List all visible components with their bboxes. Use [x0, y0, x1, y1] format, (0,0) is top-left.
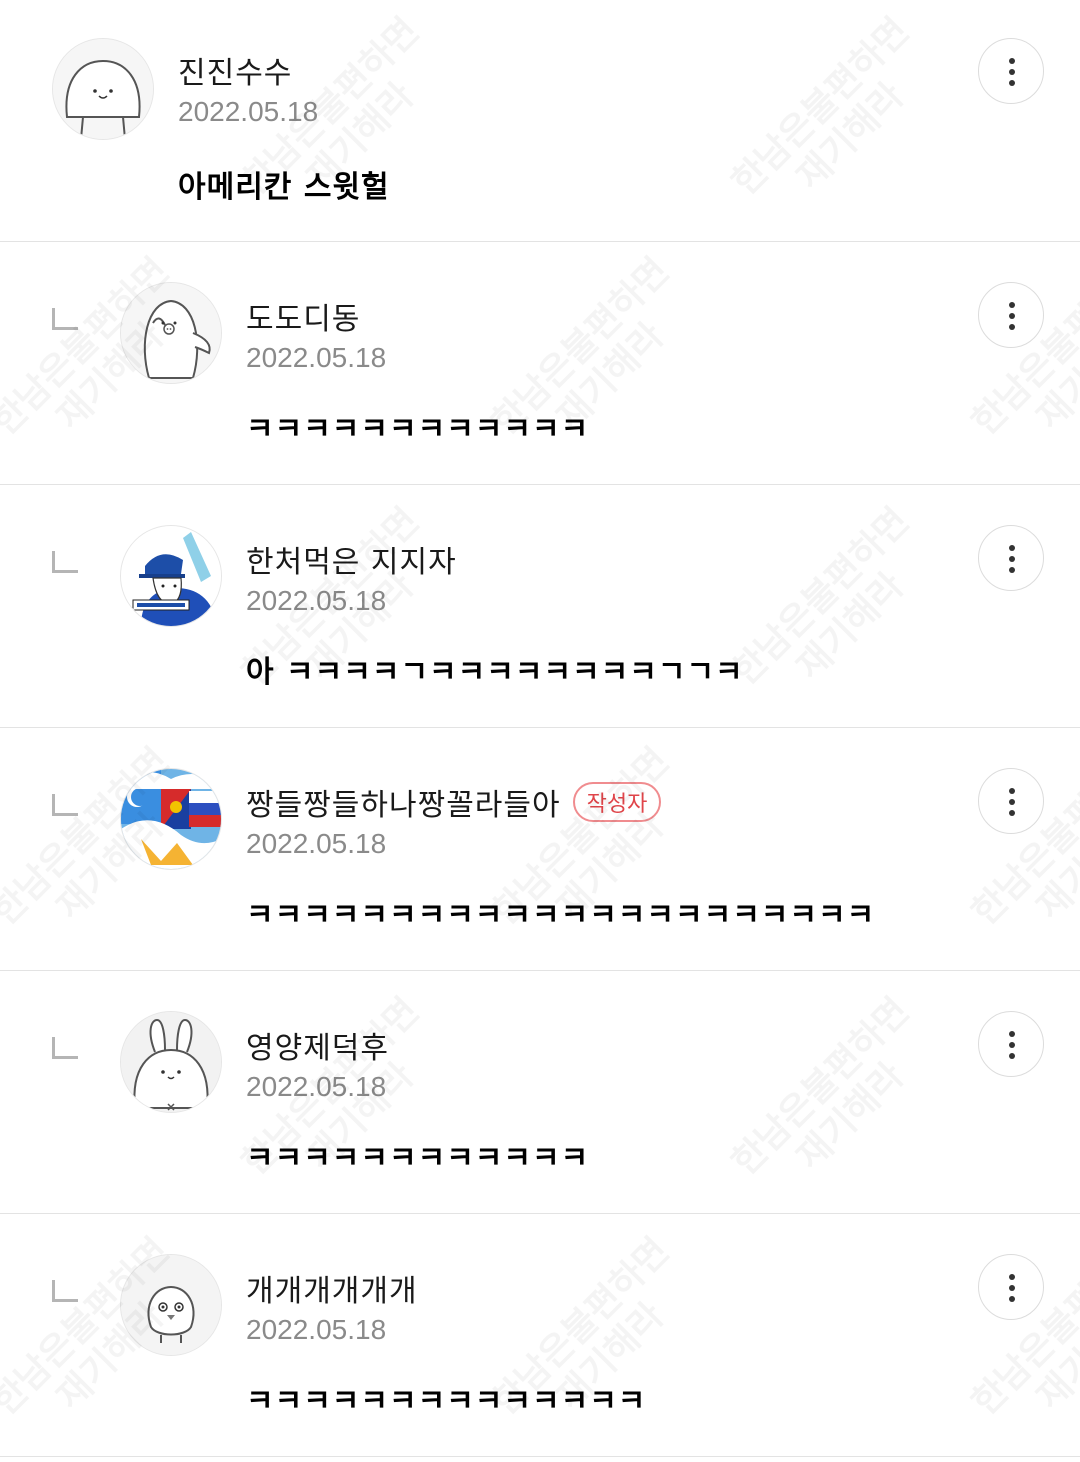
avatar[interactable] — [120, 768, 222, 870]
avatar[interactable] — [120, 282, 222, 384]
nickname[interactable]: 개개개개개개 — [246, 1266, 418, 1310]
comment-text: ㅋㅋㅋㅋㅋㅋㅋㅋㅋㅋㅋㅋ — [246, 412, 590, 447]
reply-item: 영양제덕후 2022.05.18 ㅋㅋㅋㅋㅋㅋㅋㅋㅋㅋㅋㅋ — [0, 971, 1080, 1214]
comment-item: 진진수수 2022.05.18 아메리칸 스윗헐 — [0, 0, 1080, 242]
comment-list: 진진수수 2022.05.18 아메리칸 스윗헐 도도디동 2022.05.18… — [0, 0, 1080, 1457]
more-options-button[interactable] — [978, 525, 1044, 591]
more-options-button[interactable] — [978, 1011, 1044, 1077]
reply-arrow-icon — [52, 551, 78, 573]
more-options-button[interactable] — [978, 282, 1044, 348]
reply-item: 한처먹은 지지자 2022.05.18 아 ㅋㅋㅋㅋㄱㅋㅋㅋㅋㅋㅋㅋㅋㄱㄱㅋ — [0, 485, 1080, 728]
avatar[interactable] — [120, 525, 222, 627]
comment-text: ㅋㅋㅋㅋㅋㅋㅋㅋㅋㅋㅋㅋ — [246, 1141, 590, 1176]
rabbit-icon — [121, 1012, 221, 1112]
chick-icon — [121, 1255, 221, 1355]
flags-collage-photo — [121, 769, 221, 869]
nickname[interactable]: 한처먹은 지지자 — [246, 537, 457, 581]
nickname[interactable]: 짱들짱들하나짱꼴라들아 작성자 — [246, 780, 662, 824]
comment-date: 2022.05.18 — [246, 828, 387, 859]
more-options-button[interactable] — [978, 1254, 1044, 1320]
comment-date: 2022.05.18 — [246, 1314, 387, 1345]
reply-item: 짱들짱들하나짱꼴라들아 작성자 2022.05.18 ㅋㅋㅋㅋㅋㅋㅋㅋㅋㅋㅋㅋㅋㅋ… — [0, 728, 1080, 971]
reply-item: 개개개개개개 2022.05.18 ㅋㅋㅋㅋㅋㅋㅋㅋㅋㅋㅋㅋㅋㅋ — [0, 1214, 1080, 1457]
blue-cap-character-photo — [121, 526, 221, 626]
more-options-button[interactable] — [978, 38, 1044, 104]
reply-arrow-icon — [52, 1280, 78, 1302]
round-cat-face-icon — [53, 39, 153, 139]
comment-date: 2022.05.18 — [246, 1071, 387, 1102]
comment-date: 2022.05.18 — [246, 342, 387, 373]
nickname[interactable]: 진진수수 — [178, 48, 292, 92]
nickname[interactable]: 영양제덕후 — [246, 1023, 389, 1067]
reply-item: 도도디동 2022.05.18 ㅋㅋㅋㅋㅋㅋㅋㅋㅋㅋㅋㅋ — [0, 242, 1080, 485]
avatar[interactable] — [120, 1011, 222, 1113]
avatar[interactable] — [120, 1254, 222, 1356]
reply-arrow-icon — [52, 308, 78, 330]
comment-date: 2022.05.18 — [246, 585, 387, 616]
reply-arrow-icon — [52, 1037, 78, 1059]
comment-text: 아 ㅋㅋㅋㅋㄱㅋㅋㅋㅋㅋㅋㅋㅋㄱㄱㅋ — [246, 655, 744, 690]
avatar[interactable] — [52, 38, 154, 140]
author-badge: 작성자 — [572, 782, 662, 822]
nickname-text[interactable]: 짱들짱들하나짱꼴라들아 — [246, 788, 561, 823]
more-options-button[interactable] — [978, 768, 1044, 834]
reply-arrow-icon — [52, 794, 78, 816]
penguin-icon — [121, 283, 221, 383]
comment-date: 2022.05.18 — [178, 96, 319, 127]
comment-text: ㅋㅋㅋㅋㅋㅋㅋㅋㅋㅋㅋㅋㅋㅋ — [246, 1384, 647, 1419]
comment-text: ㅋㅋㅋㅋㅋㅋㅋㅋㅋㅋㅋㅋㅋㅋㅋㅋㅋㅋㅋㅋㅋㅋ — [246, 898, 876, 933]
comment-text: 아메리칸 스윗헐 — [178, 170, 390, 205]
nickname[interactable]: 도도디동 — [246, 294, 360, 338]
